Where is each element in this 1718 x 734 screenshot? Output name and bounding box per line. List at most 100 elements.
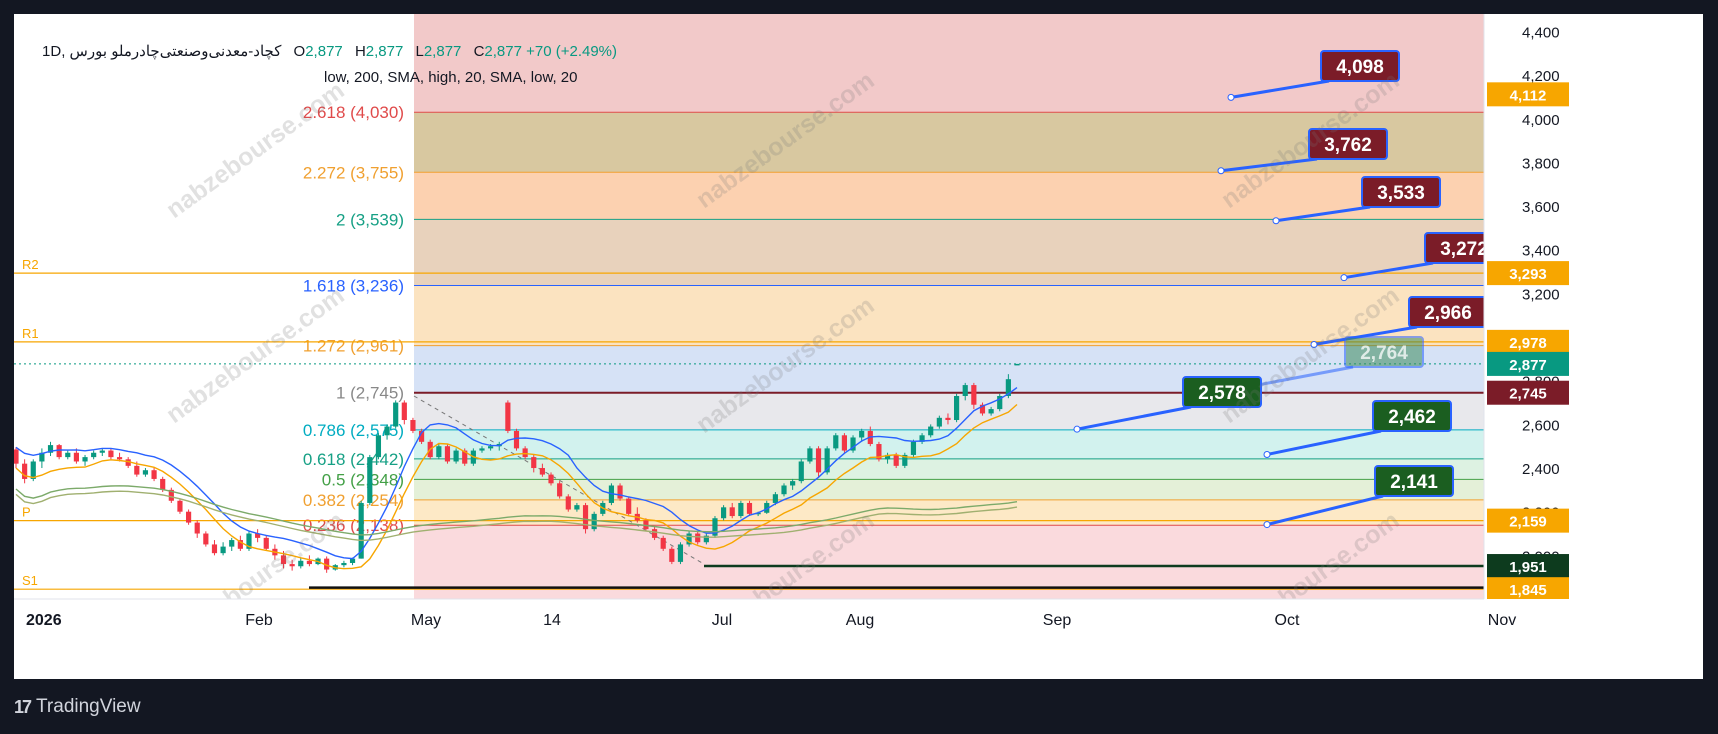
y-tick-label: 3,800 [1522, 155, 1560, 172]
candle-body [729, 507, 735, 517]
price-label: 2,877 [1487, 351, 1569, 376]
price-label: 3,293 [1487, 261, 1569, 286]
price-label: 4,112 [1487, 82, 1569, 107]
candle-body [229, 540, 235, 547]
callout-anchor [1272, 217, 1280, 225]
ohlc-low: 2,877 [423, 43, 462, 60]
candle-body [936, 417, 942, 427]
candle-body [479, 448, 485, 451]
candle-body [841, 435, 848, 451]
x-tick-label: 14 [543, 612, 561, 629]
callout-label: 2,764 [1360, 343, 1408, 364]
candle [436, 444, 442, 460]
candle [712, 516, 718, 538]
candle-body [401, 402, 407, 421]
candle-body [565, 496, 571, 510]
symbol-label: کچاد-معدنی‌وصنعتی‌چادرملو [111, 43, 282, 60]
candle [876, 441, 882, 462]
candle-body [1014, 363, 1020, 366]
interval-label: 1D [42, 43, 62, 60]
candle-body [73, 452, 79, 462]
candle [168, 487, 174, 503]
candle-body [971, 385, 977, 405]
pivot-label: S1 [22, 573, 38, 588]
candle-body [626, 498, 632, 514]
fib-level-label: 0.618 (2,442) [303, 450, 404, 469]
fib-level-label: 0.5 (2,348) [322, 470, 404, 489]
symbol-legend: 1D, کچاد-معدنی‌وصنعتی‌چادرملو بورس O2,87… [42, 43, 618, 60]
candle-body [695, 533, 701, 543]
candle-body [807, 448, 813, 462]
callout-anchor [1340, 274, 1348, 282]
candle-body [746, 502, 753, 514]
ohlc-high: 2,877 [365, 43, 404, 60]
candle-body [738, 502, 744, 517]
candle-body [453, 450, 459, 462]
candle [617, 483, 623, 501]
candle-body [677, 544, 684, 562]
fib-zone [414, 219, 1484, 286]
callout-label: 3,272 [1440, 239, 1488, 260]
fib-level-label: 0.382 (2,254) [303, 491, 404, 510]
candle [833, 433, 839, 451]
candle-body [220, 546, 226, 554]
candle-body [651, 529, 658, 538]
candle [203, 531, 209, 547]
candle-body [721, 507, 727, 519]
y-tick-label: 2,400 [1522, 461, 1560, 478]
tradingview-branding[interactable]: 17 TradingView [14, 696, 141, 718]
candle [746, 500, 753, 517]
candle [263, 535, 269, 551]
candle-body [393, 402, 399, 427]
candle-body [306, 560, 312, 565]
candle [721, 505, 727, 521]
candle [841, 433, 848, 453]
candle-body [910, 441, 917, 455]
candle [902, 452, 908, 469]
price-label-text: 1,845 [1509, 582, 1547, 599]
price-label-text: 2,745 [1509, 386, 1547, 403]
x-axis-panel [14, 599, 1703, 679]
fib-level-label: 1 (2,745) [336, 384, 404, 403]
candle [393, 400, 399, 429]
candle-body [945, 417, 951, 421]
pivot-label: R2 [22, 257, 39, 272]
candle [850, 435, 856, 453]
candle-body [781, 485, 787, 495]
price-label-text: 1,951 [1509, 559, 1547, 576]
candle [807, 446, 813, 464]
x-tick-label: May [411, 612, 441, 629]
x-tick-label: Feb [245, 612, 273, 629]
fib-level-label: 2 (3,539) [336, 210, 404, 229]
candle-body [574, 505, 580, 510]
candle-body [341, 562, 347, 566]
candle-body [539, 468, 545, 475]
candle-body [591, 513, 597, 530]
candle-body [203, 533, 209, 545]
candle-body [617, 485, 623, 499]
price-label-text: 2,877 [1509, 357, 1547, 374]
price-chart[interactable]: 2.618 (4,030)2.272 (3,755)2 (3,539)1.618… [14, 14, 1703, 679]
candle-body [833, 435, 839, 449]
candle-body [185, 511, 192, 523]
fib-level-label: 1.272 (2,961) [303, 337, 404, 356]
candle-body [134, 465, 140, 475]
candle [410, 417, 416, 434]
brand-name: TradingView [36, 696, 141, 717]
candle [375, 433, 382, 460]
candle [358, 500, 364, 559]
callout-label: 2,462 [1388, 407, 1436, 428]
candle-body [505, 402, 511, 431]
candle-body [557, 483, 563, 497]
x-tick-label: Sep [1043, 612, 1072, 629]
candle-body [531, 457, 537, 469]
candle-body [384, 426, 390, 436]
candle [910, 439, 917, 458]
candle [798, 459, 804, 484]
y-tick-label: 2,600 [1522, 417, 1560, 434]
candle-body [194, 522, 200, 534]
candle [738, 500, 744, 519]
chart-frame[interactable]: 2.618 (4,030) 2.272 (3,755) 2 (3,539) 1.618… [14, 14, 1703, 679]
candle-body [660, 537, 666, 549]
fib-zone [414, 479, 1484, 500]
